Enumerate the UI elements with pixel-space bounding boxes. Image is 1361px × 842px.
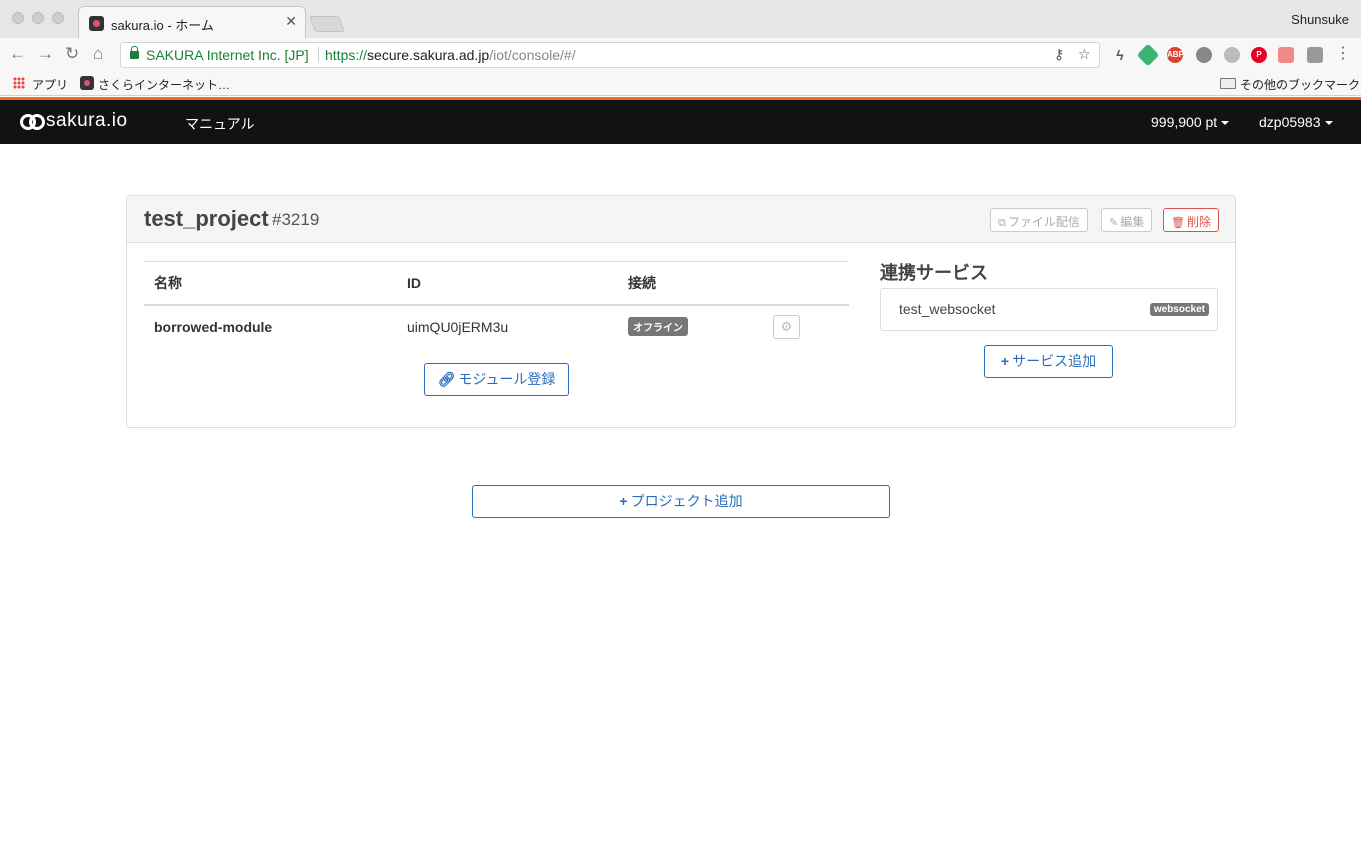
extension-icon[interactable] xyxy=(1196,47,1212,63)
lock-icon xyxy=(130,46,139,59)
url-separator xyxy=(318,47,319,63)
caret-down-icon xyxy=(1221,121,1230,126)
window-close-control[interactable] xyxy=(12,12,24,24)
module-settings-gear-icon[interactable]: ⚙ xyxy=(773,314,800,339)
user-dropdown[interactable]: dzp05983 xyxy=(1259,114,1333,130)
status-badge: オフライン xyxy=(628,317,688,336)
browser-toolbar: ← → ↻ ⌂ SAKURA Internet Inc. [JP] https:… xyxy=(0,38,1361,72)
file-delivery-label: ファイル配信 xyxy=(1007,215,1080,229)
delete-label: 削除 xyxy=(1186,215,1211,229)
module-id: uimQU0jERM3u xyxy=(407,318,509,335)
service-name: test_websocket xyxy=(899,301,996,317)
extension-square-icon[interactable] xyxy=(1307,47,1323,63)
edit-button[interactable]: ✎ 編集 xyxy=(1101,208,1153,232)
modules-table: 名称 ID 接続 borrowed-module uimQU0jERM3u オフ… xyxy=(144,261,849,348)
column-header-connection: 接続 xyxy=(618,261,763,306)
url-path: /iot/console/#/ xyxy=(489,47,576,63)
green-extension-icon[interactable] xyxy=(1136,43,1160,67)
add-project-button[interactable]: + プロジェクト追加 xyxy=(472,485,890,518)
service-type-badge: websocket xyxy=(1149,303,1209,316)
column-header-id: ID xyxy=(397,261,618,306)
module-name: borrowed-module xyxy=(154,318,273,335)
browser-tab[interactable]: sakura.io - ホーム ✕ xyxy=(78,6,306,38)
table-header-row: 名称 ID 接続 xyxy=(144,261,849,306)
register-module-label: モジュール登録 xyxy=(458,371,556,387)
window-zoom-control[interactable] xyxy=(52,12,64,24)
forward-arrow-icon[interactable]: → xyxy=(37,44,54,64)
bookmark-star-icon[interactable]: ☆ xyxy=(1078,46,1091,63)
project-panel-header: test_project #3219 ⧉ ファイル配信 ✎ 編集 🗑 削除 xyxy=(127,196,1235,243)
edit-icon: ✎ xyxy=(1109,217,1119,229)
plus-icon: + xyxy=(619,493,628,509)
tab-close-icon[interactable]: ✕ xyxy=(285,13,297,30)
url-text[interactable]: https://secure.sakura.ad.jp/iot/console/… xyxy=(325,47,576,63)
plus-icon: + xyxy=(1000,353,1010,369)
sakura-bookmark-icon xyxy=(80,76,94,90)
ev-certificate-label: SAKURA Internet Inc. [JP] xyxy=(146,47,309,63)
points-value: 999,900 pt xyxy=(1151,114,1218,130)
sakura-favicon-icon xyxy=(89,16,104,31)
new-tab-button[interactable] xyxy=(309,16,345,32)
services-title: 連携サービス xyxy=(880,263,988,283)
url-host: secure.sakura.ad.jp xyxy=(367,47,490,63)
list-item[interactable]: test_websocket websocket xyxy=(880,288,1218,331)
browser-menu-icon[interactable]: ⋮ xyxy=(1335,43,1351,63)
bookmarks-bar: アプリ さくらインターネット… その他のブックマーク xyxy=(0,72,1361,96)
column-header-actions xyxy=(763,261,849,306)
tab-title: sakura.io - ホーム xyxy=(111,18,214,33)
address-bar[interactable]: SAKURA Internet Inc. [JP] https://secure… xyxy=(120,42,1100,68)
sakura-logo-icon xyxy=(20,114,46,130)
key-icon[interactable]: ⚷ xyxy=(1054,46,1064,63)
pinterest-icon[interactable]: P xyxy=(1251,47,1267,63)
profile-name[interactable]: Shunsuke xyxy=(1291,12,1349,27)
table-row: borrowed-module uimQU0jERM3u オフライン ⚙ xyxy=(144,305,849,348)
user-name: dzp05983 xyxy=(1259,114,1321,130)
copy-icon: ⧉ xyxy=(998,217,1006,229)
home-icon[interactable]: ⌂ xyxy=(93,44,103,64)
apps-grid-icon xyxy=(13,77,25,89)
back-arrow-icon[interactable]: ← xyxy=(9,44,26,64)
project-id: #3219 xyxy=(272,210,320,229)
url-scheme: https:// xyxy=(325,47,368,63)
lightning-extension-icon[interactable]: ϟ xyxy=(1112,47,1128,63)
register-module-button[interactable]: 🔗︎ モジュール登録 xyxy=(424,363,569,396)
delete-button[interactable]: 🗑 削除 xyxy=(1163,208,1219,232)
add-service-label: サービス追加 xyxy=(1012,353,1097,369)
extension-gray-icon[interactable] xyxy=(1224,47,1240,63)
points-dropdown[interactable]: 999,900 pt xyxy=(1151,114,1230,130)
manual-link[interactable]: マニュアル xyxy=(185,114,255,134)
adblock-extension-icon[interactable]: ABP xyxy=(1167,47,1184,63)
file-delivery-button[interactable]: ⧉ ファイル配信 xyxy=(990,208,1088,232)
bookmark-sakura[interactable]: さくらインターネット… xyxy=(98,76,230,93)
add-service-button[interactable]: + サービス追加 xyxy=(984,345,1113,378)
caret-down-icon xyxy=(1324,121,1333,126)
add-project-label: プロジェクト追加 xyxy=(630,493,743,509)
bookmark-apps[interactable]: アプリ xyxy=(32,76,68,93)
link-icon: 🔗︎ xyxy=(437,371,456,387)
project-name: test_project xyxy=(144,206,269,231)
trash-icon: 🗑 xyxy=(1171,217,1185,229)
logo-text: sakura.io xyxy=(46,110,128,131)
osaka-extension-icon[interactable] xyxy=(1278,47,1294,63)
browser-tab-bar: sakura.io - ホーム ✕ Shunsuke xyxy=(0,0,1361,38)
column-header-name: 名称 xyxy=(144,261,397,306)
edit-label: 編集 xyxy=(1120,215,1145,229)
folder-icon xyxy=(1220,78,1236,89)
bookmark-other[interactable]: その他のブックマーク xyxy=(1240,76,1360,93)
app-navbar: sakura.io マニュアル 999,900 pt dzp05983 xyxy=(0,100,1361,144)
reload-icon[interactable]: ↻ xyxy=(65,44,79,64)
window-minimize-control[interactable] xyxy=(32,12,44,24)
project-panel: test_project #3219 ⧉ ファイル配信 ✎ 編集 🗑 削除 名称 ID… xyxy=(126,195,1236,428)
